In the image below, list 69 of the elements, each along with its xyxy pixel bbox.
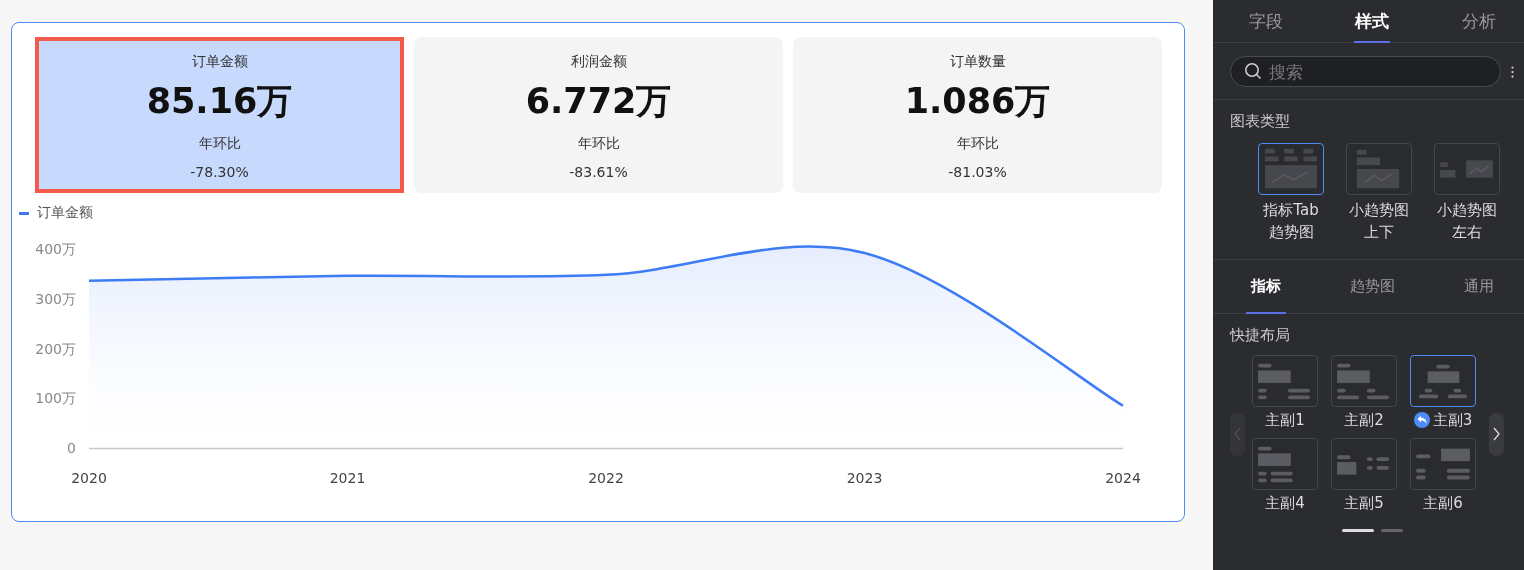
thumbnail-drawing: [1418, 364, 1468, 399]
kpi-value: 1.086万: [904, 80, 1051, 123]
thumbnail-drawing: [1440, 160, 1493, 178]
compare-value: -83.61%: [569, 163, 628, 182]
axis-tick-label: 0: [67, 440, 76, 456]
panel-tab[interactable]: 字段: [1213, 0, 1320, 42]
compare-value: -78.30%: [190, 163, 249, 182]
chart-type-label: 小趋势图 上下: [1349, 200, 1409, 243]
thumbnail-drawing: [1356, 149, 1400, 189]
thumbnail-drawing: [1258, 363, 1310, 400]
sub-tab[interactable]: 指标: [1213, 260, 1320, 313]
axis-tick-label: 2024: [1105, 470, 1141, 486]
kpi-title: 利润金额: [570, 52, 627, 71]
layout-label: 主副4: [1265, 493, 1305, 513]
axis-tick-label: 100万: [35, 390, 76, 407]
compare-label: 年环比: [956, 134, 999, 153]
more-icon[interactable]: [1511, 63, 1514, 80]
thumbnail-drawing: [1337, 363, 1389, 400]
axis-tick-label: 2022: [588, 470, 624, 486]
thumbnail-drawing: [1265, 148, 1317, 189]
undo-icon[interactable]: [1413, 412, 1430, 428]
layout-label: 主副2: [1344, 410, 1384, 430]
section-title: 快捷布局: [1230, 326, 1291, 345]
compare-value: -81.03%: [948, 163, 1007, 182]
panel-tab[interactable]: 分析: [1425, 0, 1524, 42]
layout-label: 主副3: [1432, 410, 1473, 430]
layout-option[interactable]: [1410, 438, 1476, 490]
axis-tick-label: 2021: [329, 470, 366, 486]
chart-type-label: 小趋势图 左右: [1437, 200, 1497, 243]
axis-tick-label: 400万: [35, 241, 76, 257]
search-field[interactable]: 搜索: [1230, 56, 1501, 87]
layout-option[interactable]: [1331, 355, 1397, 407]
layout-label: 主副1: [1265, 410, 1305, 430]
panel-tab[interactable]: 样式: [1319, 0, 1426, 42]
chart-type-label: 指标Tab 趋势图: [1263, 200, 1319, 243]
kpi-card[interactable]: 利润金额 6.772万 年环比 -83.61%: [414, 37, 783, 193]
legend-label: 订单金额: [37, 204, 93, 222]
legend-swatch: [19, 211, 29, 215]
kpi-value: 85.16万: [146, 80, 293, 123]
thumbnail-drawing: [1258, 446, 1293, 483]
kpi-value: 6.772万: [525, 80, 672, 123]
chevron-right-icon: [1493, 427, 1500, 441]
layout-option[interactable]: [1331, 438, 1397, 490]
kpi-title: 订单数量: [949, 52, 1006, 71]
axis-tick-label: 2020: [71, 470, 107, 486]
page-indicator[interactable]: [1381, 529, 1403, 532]
layout-option[interactable]: [1252, 438, 1318, 490]
layout-label: 主副5: [1344, 493, 1384, 513]
layout-label: 主副6: [1423, 493, 1463, 513]
kpi-card[interactable]: 订单金额 85.16万 年环比 -78.30%: [35, 37, 404, 193]
axis-tick-label: 200万: [35, 340, 76, 357]
kpi-card[interactable]: 订单数量 1.086万 年环比 -81.03%: [793, 37, 1162, 193]
kpi-title: 订单金额: [191, 52, 248, 71]
compare-label: 年环比: [577, 134, 620, 153]
thumbnail-drawing: [1416, 448, 1470, 480]
sub-tab[interactable]: 趋势图: [1319, 260, 1426, 313]
thumbnail-drawing: [1337, 455, 1389, 475]
axis-tick-label: 300万: [35, 290, 76, 307]
chevron-left-icon: [1234, 427, 1241, 441]
search-icon: [1244, 62, 1262, 80]
section-title: 图表类型: [1230, 112, 1291, 131]
next-button[interactable]: [1489, 412, 1504, 456]
chart-type-option[interactable]: [1258, 143, 1324, 195]
compare-label: 年环比: [198, 134, 241, 153]
sub-tab[interactable]: 通用: [1425, 260, 1524, 313]
axis-tick-label: 2023: [846, 470, 883, 486]
layout-option[interactable]: [1252, 355, 1318, 407]
page-indicator[interactable]: [1342, 529, 1374, 532]
layout-option[interactable]: [1410, 355, 1476, 407]
